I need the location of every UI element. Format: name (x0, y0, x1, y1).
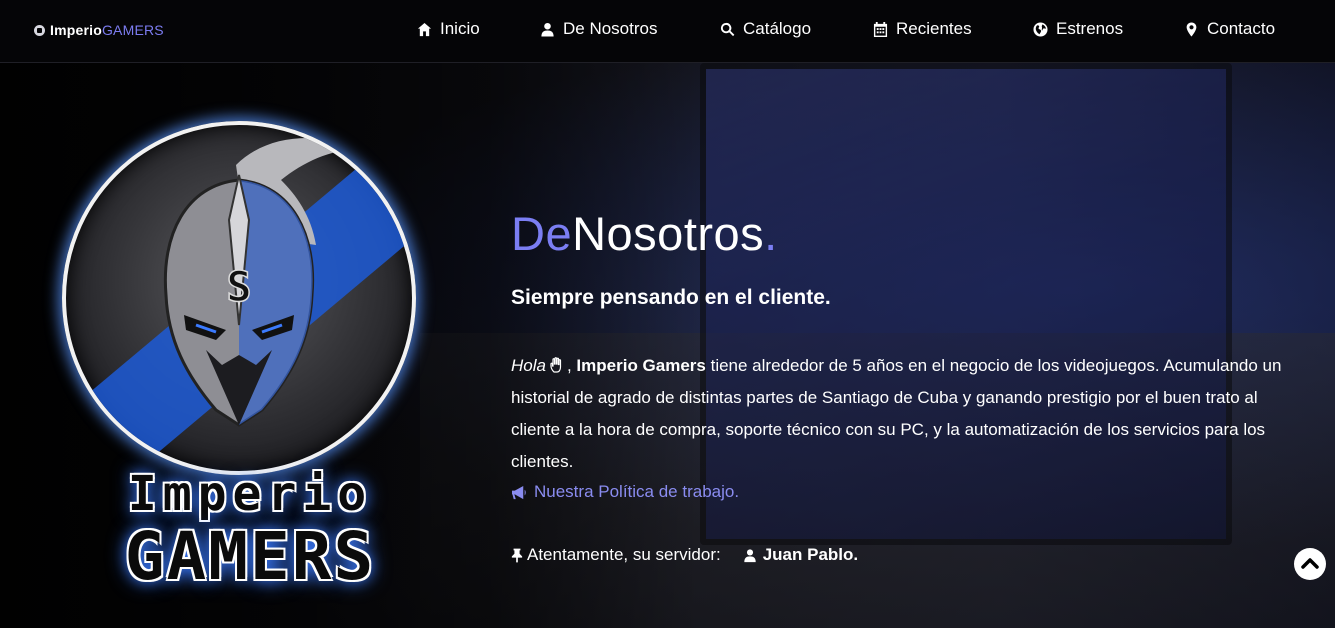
about-hero-section: S Imperio GAMERS DeNosotros. Siempre pen… (0, 63, 1335, 628)
warrior-helmet-icon: S (163, 138, 366, 427)
nav-item-estrenos[interactable]: Estrenos (1033, 19, 1123, 39)
helmet-icon (34, 24, 45, 36)
globe-icon (1033, 21, 1048, 37)
logo-text-gamers: GAMERS (124, 518, 376, 595)
nav-item-de-nosotros[interactable]: De Nosotros (540, 19, 657, 39)
signature: Atentamente, su servidor: Juan Pablo. (511, 545, 858, 565)
policy-link-label: Nuestra Política de trabajo. (534, 482, 740, 501)
pushpin-icon (511, 548, 523, 562)
calendar-icon (873, 21, 888, 37)
nav-label: Recientes (896, 19, 972, 38)
map-pin-icon (1186, 21, 1197, 37)
nav-label: Contacto (1207, 19, 1276, 38)
brand-name-part2: GAMERS (101, 22, 164, 38)
nav-item-catalogo[interactable]: Catálogo (720, 19, 811, 39)
page-subtitle: Siempre pensando en el cliente. (511, 286, 831, 309)
policy-link[interactable]: Nuestra Política de trabajo. (511, 482, 739, 502)
nav-label: Estrenos (1056, 19, 1124, 38)
scroll-to-top-button[interactable] (1294, 548, 1326, 580)
emblem-logo: S (62, 121, 416, 475)
brand-logo[interactable]: Imperio GAMERS (34, 22, 164, 38)
navbar: Imperio GAMERS Inicio De Nosotros Catálog… (0, 0, 1335, 63)
title-dot: . (764, 207, 778, 260)
greeting: Hola (511, 356, 546, 375)
nav-label: Catálogo (743, 19, 812, 38)
nav-item-recientes[interactable]: Recientes (873, 19, 972, 39)
company-name: Imperio Gamers (576, 356, 706, 375)
user-icon (541, 22, 554, 37)
nav-item-contacto[interactable]: Contacto (1184, 19, 1275, 39)
author-name: Juan Pablo. (762, 545, 859, 564)
about-paragraph: Hola, Imperio Gamers tiene alrededor de … (511, 356, 1282, 471)
home-icon (417, 22, 432, 36)
megaphone-icon (512, 485, 526, 499)
waving-hand-icon (550, 357, 562, 373)
nav-label: De Nosotros (563, 19, 658, 38)
brand-name-part1: Imperio (50, 22, 102, 38)
nav-item-inicio[interactable]: Inicio (417, 19, 480, 39)
logo-text-imperio: Imperio (127, 466, 373, 522)
signoff-text: Atentamente, su servidor: (527, 545, 721, 564)
emblem-letter: S (226, 262, 251, 311)
search-icon (720, 22, 735, 36)
nav-label: Inicio (440, 19, 480, 38)
user-icon (744, 548, 756, 562)
title-part2: Nosotros (572, 207, 765, 260)
page-title: DeNosotros. (511, 206, 778, 261)
chevron-up-icon (1301, 558, 1319, 569)
title-part1: De (511, 207, 573, 260)
